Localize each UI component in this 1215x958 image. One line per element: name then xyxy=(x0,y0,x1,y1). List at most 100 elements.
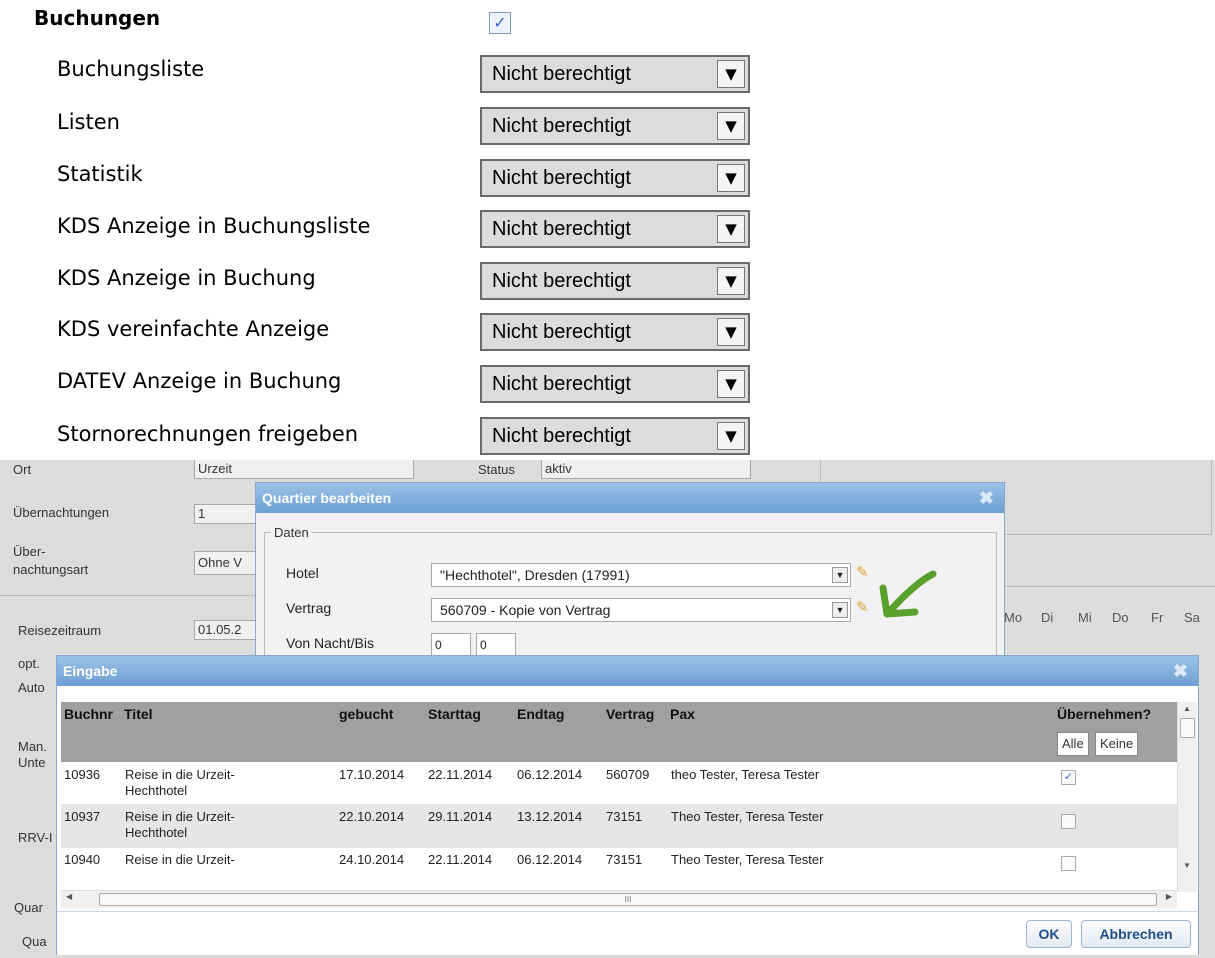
perm-select-value: Nicht berechtigt xyxy=(492,373,631,395)
cell-pax: Theo Tester, Teresa Tester xyxy=(671,852,824,867)
booking-table: Buchnr Titel gebucht Starttag Endtag Ver… xyxy=(61,702,1177,892)
perm-select-storno[interactable]: Nicht berechtigt ▼ xyxy=(480,417,750,455)
eingabe-dialog: Eingabe ✖ Buchnr Titel gebucht Starttag … xyxy=(56,655,1199,955)
section-title: Buchungen xyxy=(34,6,161,30)
rrv-label: RRV-I xyxy=(18,830,53,845)
scroll-down-icon[interactable]: ▼ xyxy=(1183,861,1191,870)
dropdown-arrow-icon[interactable]: ▼ xyxy=(717,422,745,450)
von-nacht-to[interactable]: 0 xyxy=(476,633,516,657)
perm-select-kds-vereinfacht[interactable]: Nicht berechtigt ▼ xyxy=(480,313,750,351)
cell-buchnr: 10940 xyxy=(64,852,101,867)
cell-titel: Reise in die Urzeit- xyxy=(125,809,235,824)
cell-buchnr: 10936 xyxy=(64,767,101,782)
perm-label-kds-buchung: KDS Anzeige in Buchung xyxy=(57,266,316,290)
select-none-button[interactable]: Keine xyxy=(1095,732,1139,756)
perm-select-value: Nicht berechtigt xyxy=(492,425,631,447)
scroll-thumb[interactable] xyxy=(1180,718,1195,738)
perm-select-value: Nicht berechtigt xyxy=(492,167,631,189)
perm-select-kds-buchung[interactable]: Nicht berechtigt ▼ xyxy=(480,262,750,300)
scroll-left-icon[interactable]: ◀ xyxy=(66,892,72,901)
day-mi: Mi xyxy=(1078,610,1092,625)
perm-select-listen[interactable]: Nicht berechtigt ▼ xyxy=(480,107,750,145)
ort-field[interactable]: Urzeit xyxy=(194,460,414,479)
day-sa: Sa xyxy=(1184,610,1200,625)
section-checkbox[interactable]: ✓ xyxy=(489,12,511,34)
col-header-starttag: Starttag xyxy=(425,702,514,762)
horizontal-scrollbar[interactable]: ◀ III ▶ xyxy=(61,890,1177,908)
table-row[interactable]: 10937 Reise in die Urzeit- Hechthotel 22… xyxy=(61,804,1177,848)
day-mo: Mo xyxy=(1004,610,1023,625)
dropdown-arrow-icon[interactable]: ▼ xyxy=(717,164,745,192)
dropdown-arrow-icon[interactable]: ▼ xyxy=(717,267,745,295)
col-header-endtag: Endtag xyxy=(514,702,603,762)
quartier-dialog-title: Quartier bearbeiten xyxy=(262,490,392,506)
cell-starttag: 22.11.2014 xyxy=(428,852,493,867)
uebernehmen-checkbox[interactable]: ✓ xyxy=(1061,770,1076,785)
day-do: Do xyxy=(1112,610,1129,625)
status-select[interactable]: aktiv xyxy=(541,460,751,479)
uebernachtungsart-label-2: nachtungsart xyxy=(13,562,89,577)
perm-label-kds-buchungsliste: KDS Anzeige in Buchungsliste xyxy=(57,214,371,238)
edit-pencil-icon[interactable]: ✎ xyxy=(856,565,872,581)
unte-label: Unte xyxy=(18,755,46,770)
uebernehmen-checkbox[interactable] xyxy=(1061,814,1076,829)
perm-select-value: Nicht berechtigt xyxy=(492,63,631,85)
close-icon[interactable]: ✖ xyxy=(1173,656,1188,686)
reisezeitraum-label: Reisezeitraum xyxy=(18,623,102,638)
uebernachtungsart-label-1: Über- xyxy=(13,544,46,559)
dropdown-arrow-icon[interactable]: ▼ xyxy=(832,567,848,583)
von-nacht-from[interactable]: 0 xyxy=(431,633,471,657)
select-all-button[interactable]: Alle xyxy=(1057,732,1089,756)
reisezeitraum-field[interactable]: 01.05.2 xyxy=(194,620,260,640)
close-icon[interactable]: ✖ xyxy=(979,483,994,513)
perm-label-storno: Stornorechnungen freigeben xyxy=(57,422,359,446)
scroll-up-icon[interactable]: ▲ xyxy=(1183,704,1191,713)
perm-label-buchungsliste: Buchungsliste xyxy=(57,57,205,81)
dropdown-arrow-icon[interactable]: ▼ xyxy=(832,602,848,618)
perm-select-kds-buchungsliste[interactable]: Nicht berechtigt ▼ xyxy=(480,210,750,248)
uebernachtungen-label: Übernachtungen xyxy=(13,505,110,520)
cell-pax: theo Tester, Teresa Tester xyxy=(671,767,820,782)
cell-endtag: 13.12.2014 xyxy=(517,809,583,824)
table-row[interactable]: 10936 Reise in die Urzeit- Hechthotel 17… xyxy=(61,764,1177,804)
vertical-scrollbar[interactable]: ▲ ▼ xyxy=(1177,702,1197,892)
quartier-dialog-header: Quartier bearbeiten ✖ xyxy=(256,483,1004,513)
ok-button[interactable]: OK xyxy=(1026,920,1072,948)
perm-label-datev: DATEV Anzeige in Buchung xyxy=(57,369,342,393)
cell-endtag: 06.12.2014 xyxy=(517,767,583,782)
divider xyxy=(0,595,262,596)
hotel-select[interactable]: "Hechthotel", Dresden (17991) ▼ xyxy=(431,563,851,587)
perm-select-buchungsliste[interactable]: Nicht berechtigt ▼ xyxy=(480,55,750,93)
cell-starttag: 29.11.2014 xyxy=(428,809,493,824)
scroll-thumb-h[interactable]: III xyxy=(99,893,1157,906)
eingabe-dialog-title: Eingabe xyxy=(63,663,118,679)
dropdown-arrow-icon[interactable]: ▼ xyxy=(717,370,745,398)
scroll-right-icon[interactable]: ▶ xyxy=(1166,892,1172,901)
cancel-button[interactable]: Abbrechen xyxy=(1081,920,1191,948)
vertrag-label: Vertrag xyxy=(286,600,332,616)
dropdown-arrow-icon[interactable]: ▼ xyxy=(717,215,745,243)
cell-gebucht: 24.10.2014 xyxy=(339,852,405,867)
vertrag-select[interactable]: 560709 - Kopie von Vertrag ▼ xyxy=(431,598,851,622)
perm-select-datev[interactable]: Nicht berechtigt ▼ xyxy=(480,365,750,403)
perm-label-statistik: Statistik xyxy=(57,162,143,186)
auto-label: Auto xyxy=(18,680,45,695)
uebernehmen-checkbox[interactable] xyxy=(1061,856,1076,871)
table-row[interactable]: 10940 Reise in die Urzeit- 24.10.2014 22… xyxy=(61,848,1177,892)
perm-select-value: Nicht berechtigt xyxy=(492,321,631,343)
opt-label: opt. xyxy=(18,656,40,671)
uebernachtungsart-select[interactable]: Ohne V xyxy=(194,551,260,575)
dropdown-arrow-icon[interactable]: ▼ xyxy=(717,60,745,88)
vertrag-select-value: 560709 - Kopie von Vertrag xyxy=(440,602,611,618)
perm-select-statistik[interactable]: Nicht berechtigt ▼ xyxy=(480,159,750,197)
dropdown-arrow-icon[interactable]: ▼ xyxy=(717,112,745,140)
edit-pencil-icon[interactable]: ✎ xyxy=(856,600,872,616)
dropdown-arrow-icon[interactable]: ▼ xyxy=(717,318,745,346)
cell-buchnr: 10937 xyxy=(64,809,101,824)
cell-titel: Reise in die Urzeit- xyxy=(125,852,235,867)
eingabe-dialog-header: Eingabe ✖ xyxy=(57,656,1198,686)
cell-pax: Theo Tester, Teresa Tester xyxy=(671,809,824,824)
uebernachtungen-field[interactable]: 1 xyxy=(194,504,260,524)
col-header-uebernehmen-label: Übernehmen? xyxy=(1057,706,1152,722)
booking-form-screenshot: Ort Urzeit Status aktiv Übernachtungen 1… xyxy=(0,460,1215,958)
